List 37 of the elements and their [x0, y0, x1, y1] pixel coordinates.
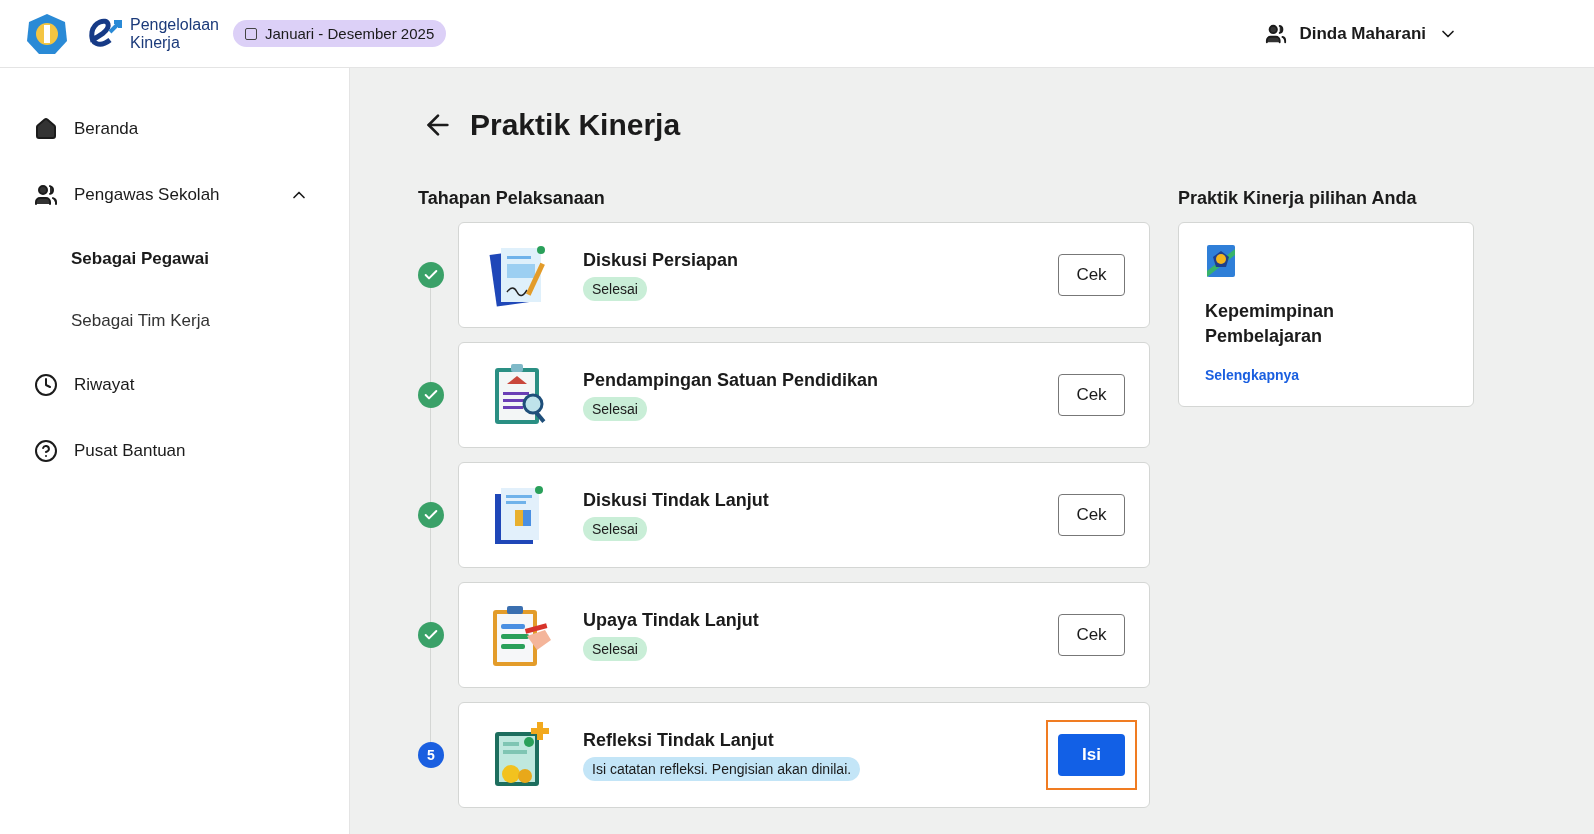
nav-item[interactable]: Riwayat [0, 352, 349, 418]
fill-button[interactable]: Isi [1058, 734, 1125, 776]
step-title: Pendampingan Satuan Pendidikan [583, 369, 879, 391]
user-menu[interactable]: Dinda Maharani [1265, 22, 1458, 45]
section-heading: Praktik Kinerja pilihan Anda [1178, 188, 1418, 209]
page-title: Praktik Kinerja [470, 108, 681, 142]
people-icon [1265, 22, 1288, 45]
status-badge: Isi catatan refleksi. Pengisian akan dinilai. [583, 756, 861, 781]
check-button[interactable]: Cek [1058, 494, 1125, 536]
step-title: Diskusi Tindak Lanjut [583, 489, 769, 511]
status-badge: Selesai [583, 516, 647, 541]
step-title: Diskusi Persiapan [583, 249, 739, 271]
nav-item[interactable]: Beranda [0, 96, 349, 162]
step-number: 5 [418, 742, 444, 768]
nav-item[interactable]: Pusat Bantuan [0, 418, 349, 484]
status-badge: Selesai [583, 276, 647, 301]
nav-item[interactable]: Pengawas Sekolah [0, 162, 349, 228]
help-icon [34, 439, 58, 463]
nav-subitem[interactable]: Sebagai Tim Kerja [0, 290, 349, 352]
period-chip[interactable]: Januari - Desember 2025 [232, 20, 447, 47]
step-title: Upaya Tindak Lanjut [583, 609, 759, 631]
clock-icon [34, 373, 58, 397]
step-title: Refleksi Tindak Lanjut [583, 729, 774, 751]
section-heading: Tahapan Pelaksanaan [418, 188, 606, 209]
people-icon [34, 183, 58, 207]
status-badge: Selesai [583, 396, 647, 421]
home-icon [34, 117, 58, 141]
more-link[interactable]: Selengkapnya [1205, 367, 1300, 383]
status-badge: Selesai [583, 636, 647, 661]
check-button[interactable]: Cek [1058, 254, 1125, 296]
nav-subitem[interactable]: Sebagai Pegawai [0, 228, 349, 290]
check-button[interactable]: Cek [1058, 614, 1125, 656]
app-name: Pengelolaan Kinerja [130, 15, 219, 52]
choice-title: Kepemimpinan Pembelajaran [1205, 300, 1336, 348]
square-icon [244, 27, 257, 40]
emblem-logo [26, 12, 68, 55]
check-button[interactable]: Cek [1058, 374, 1125, 416]
